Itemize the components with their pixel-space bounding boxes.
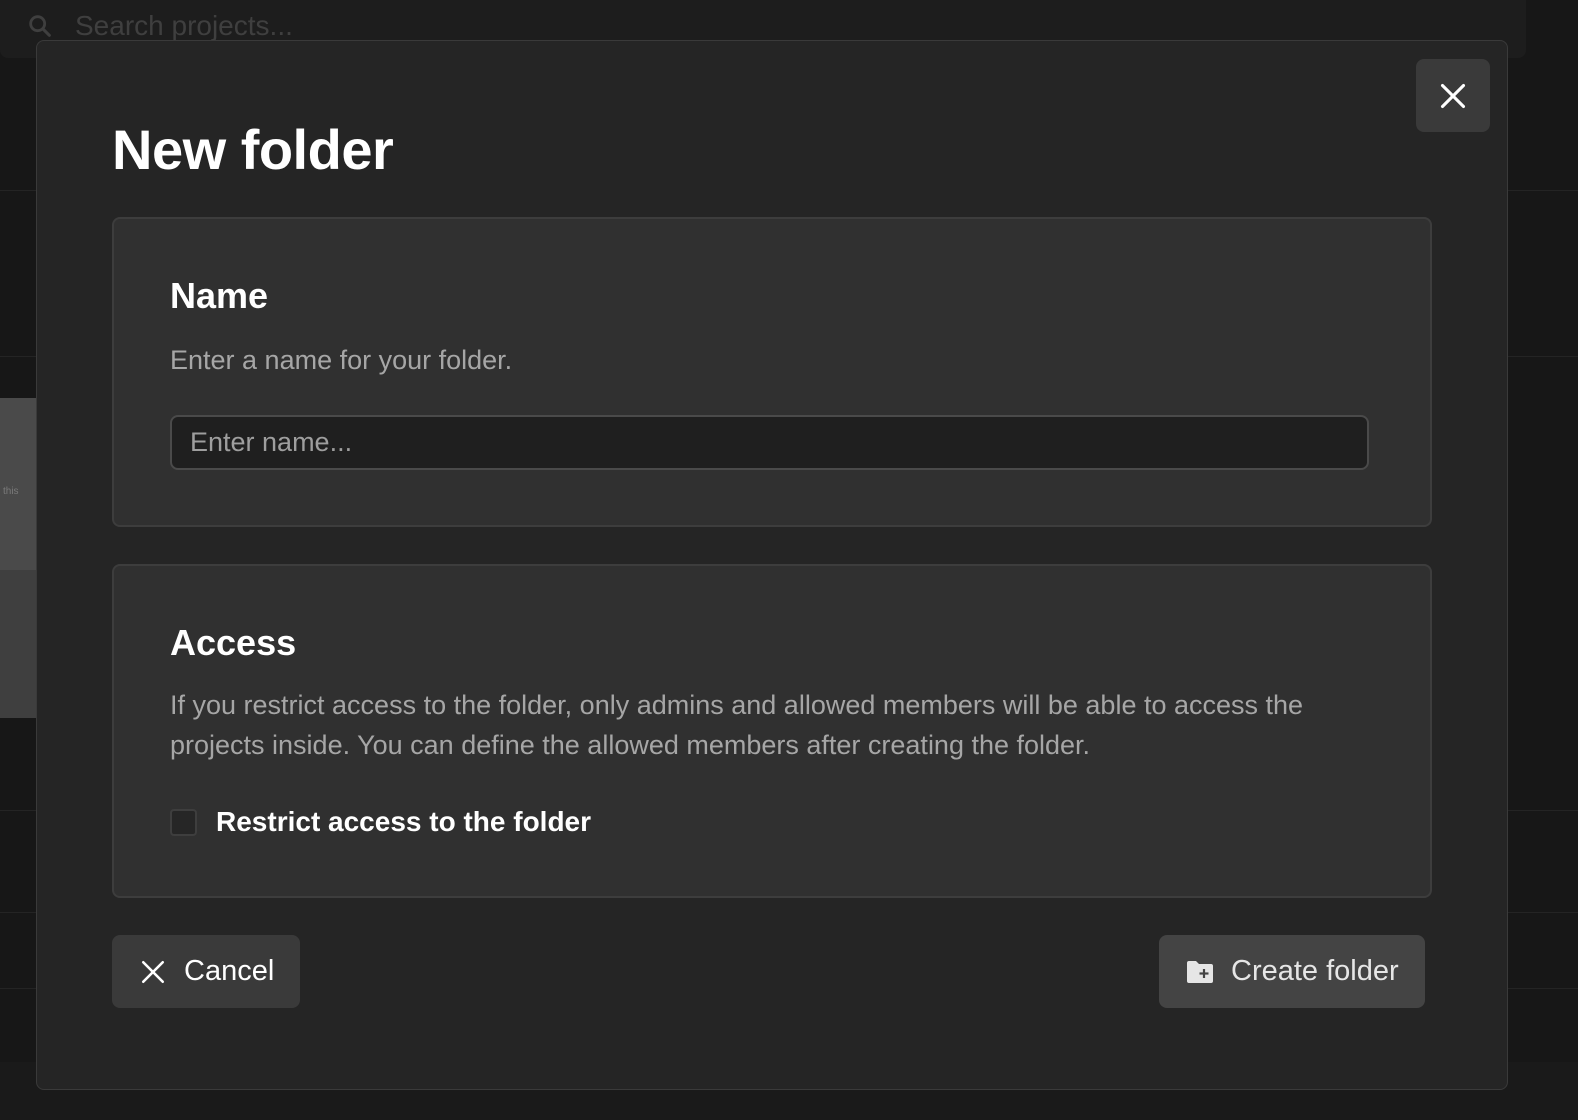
background-thumbnail-text: this: [3, 486, 19, 497]
cancel-button[interactable]: Cancel: [112, 935, 300, 1008]
new-folder-modal: New folder Name Enter a name for your fo…: [36, 40, 1508, 1090]
background-search-placeholder: Search projects...: [75, 10, 293, 41]
close-icon: [138, 957, 168, 987]
restrict-access-label[interactable]: Restrict access to the folder: [216, 806, 591, 838]
background-thumbnail-lower: [0, 570, 40, 718]
name-heading: Name: [170, 275, 269, 316]
close-button[interactable]: [1416, 59, 1490, 132]
access-description: If you restrict access to the folder, on…: [170, 690, 1304, 760]
search-icon: [29, 15, 51, 37]
cancel-button-label: Cancel: [184, 955, 275, 987]
restrict-access-checkbox[interactable]: [170, 808, 197, 836]
name-description: Enter a name for your folder.: [170, 345, 513, 375]
background-project-thumbnail: this: [0, 398, 40, 718]
close-icon: [1440, 83, 1466, 108]
create-folder-button[interactable]: Create folder: [1159, 935, 1425, 1008]
restrict-access-row[interactable]: Restrict access to the folder: [170, 806, 591, 838]
folder-name-input[interactable]: [170, 415, 1369, 470]
modal-title: New folder: [112, 118, 394, 181]
access-heading: Access: [170, 622, 297, 663]
access-section: Access If you restrict access to the fol…: [112, 564, 1432, 898]
create-folder-button-label: Create folder: [1231, 955, 1399, 987]
folder-plus-icon: [1185, 957, 1215, 987]
name-section: Name Enter a name for your folder.: [112, 217, 1432, 527]
